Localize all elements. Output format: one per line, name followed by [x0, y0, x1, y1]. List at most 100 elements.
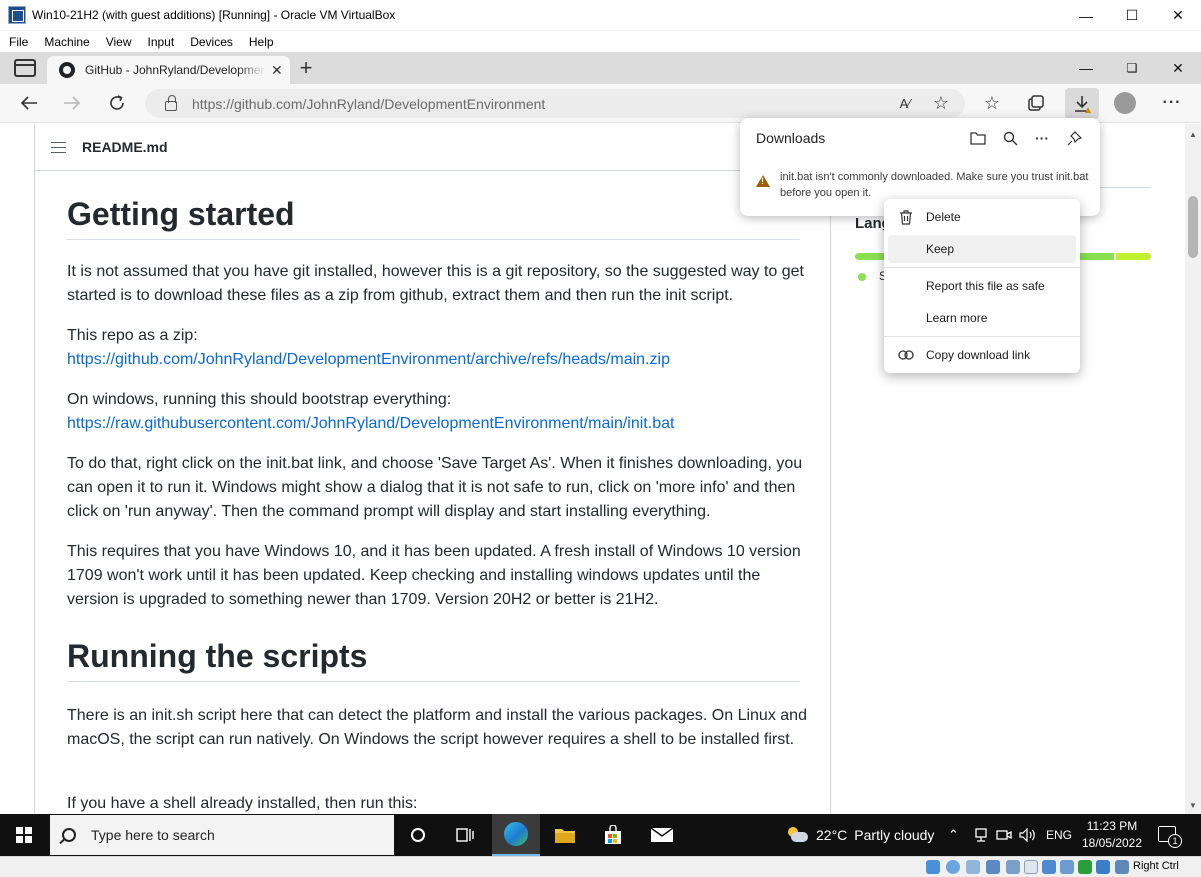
store-icon[interactable] — [589, 814, 637, 856]
scroll-thumb[interactable] — [1188, 196, 1198, 258]
search-placeholder: Type here to search — [91, 827, 215, 843]
close-button[interactable]: ✕ — [1155, 0, 1201, 31]
network-status-icon[interactable] — [986, 860, 1000, 874]
menu-view[interactable]: View — [97, 35, 139, 49]
paragraph-windows: On windows, running this should bootstra… — [67, 388, 807, 436]
forward-icon[interactable] — [56, 88, 88, 118]
downloads-more-icon[interactable]: ··· — [1031, 127, 1053, 149]
partly-cloudy-icon — [786, 827, 808, 843]
minimize-button[interactable]: — — [1063, 0, 1109, 31]
notification-count: 1 — [1168, 834, 1182, 848]
edge-taskbar-icon[interactable] — [492, 814, 540, 856]
hard-disk-status-icon[interactable] — [926, 860, 940, 874]
refresh-icon[interactable] — [101, 88, 133, 118]
recording-status-icon[interactable] — [1060, 860, 1074, 874]
language-bar-segment-2 — [1115, 253, 1151, 260]
search-downloads-icon[interactable] — [999, 127, 1021, 149]
mouse-integration-status-icon[interactable] — [1096, 860, 1110, 874]
usb-status-icon[interactable] — [1006, 860, 1020, 874]
report-safe-menu-item[interactable]: Report this file as safe — [888, 272, 1076, 300]
task-view-icon[interactable] — [441, 814, 489, 856]
input-language[interactable]: ENG — [1046, 814, 1072, 856]
tab-github[interactable]: GitHub - JohnRyland/DevelopmentEnvironme… — [47, 56, 290, 84]
taskbar-search[interactable]: Type here to search — [50, 815, 394, 855]
virtualization-status-icon[interactable] — [1078, 860, 1092, 874]
maximize-button[interactable]: ☐ — [1109, 0, 1155, 31]
zip-link[interactable]: https://github.com/JohnRyland/Developmen… — [67, 351, 670, 368]
url-text[interactable]: https://github.com/JohnRyland/Developmen… — [192, 96, 545, 112]
heading-running-scripts: Running the scripts — [67, 638, 800, 682]
copy-link-menu-item[interactable]: Copy download link — [888, 341, 1076, 369]
volume-icon[interactable] — [1019, 814, 1037, 856]
tab-close-icon[interactable]: ✕ — [271, 62, 283, 79]
more-options-icon[interactable]: ··· — [1156, 88, 1188, 118]
weather-widget[interactable]: 22°C Partly cloudy — [786, 814, 934, 856]
search-icon — [62, 828, 76, 842]
meet-now-icon[interactable] — [996, 814, 1012, 856]
keep-label: Keep — [926, 242, 955, 256]
menu-devices[interactable]: Devices — [181, 35, 240, 49]
vbox-title-bar: Win10-21H2 (with guest additions) [Runni… — [0, 0, 1201, 31]
page-scrollbar[interactable]: ▲ ▼ — [1185, 124, 1201, 814]
network-icon[interactable] — [974, 814, 988, 856]
menu-machine[interactable]: Machine — [35, 35, 96, 49]
clock-time: 11:23 PM — [1086, 819, 1138, 833]
download-context-menu: Delete Keep Report this file as safe Lea… — [884, 199, 1080, 373]
download-warning-text: init.bat isn't commonly downloaded. Make… — [780, 171, 1089, 199]
start-button[interactable] — [0, 814, 48, 856]
readme-filename: README.md — [82, 139, 168, 155]
file-explorer-icon[interactable] — [541, 814, 589, 856]
display-status-icon[interactable] — [1042, 860, 1056, 874]
show-hidden-icons-chevron-icon[interactable]: ⌃ — [948, 814, 959, 856]
scroll-down-icon[interactable]: ▼ — [1189, 801, 1197, 810]
optical-drive-status-icon[interactable] — [946, 860, 960, 874]
paragraph-shell: If you have a shell already installed, t… — [67, 795, 418, 812]
keyboard-status-icon[interactable] — [1115, 860, 1129, 874]
delete-label: Delete — [926, 210, 961, 224]
windows-logo-icon — [16, 827, 32, 843]
shared-folders-status-icon[interactable] — [1024, 860, 1038, 874]
notification-center-icon[interactable]: 1 — [1158, 826, 1182, 848]
menu-file[interactable]: File — [0, 35, 35, 49]
edge-close-button[interactable]: ✕ — [1155, 52, 1201, 84]
vbox-status-bar: Right Ctrl — [0, 856, 1201, 877]
edge-minimize-button[interactable]: — — [1063, 52, 1109, 84]
pin-icon[interactable] — [1063, 127, 1085, 149]
vbox-menubar: File Machine View Input Devices Help — [0, 31, 1201, 52]
scroll-up-icon[interactable]: ▲ — [1189, 130, 1197, 139]
add-favorite-icon[interactable]: ☆ — [925, 88, 957, 118]
outline-list-icon[interactable] — [51, 141, 66, 153]
init-bat-link[interactable]: https://raw.githubusercontent.com/JohnRy… — [67, 415, 674, 432]
downloads-title: Downloads — [756, 130, 826, 146]
audio-status-icon[interactable] — [966, 860, 980, 874]
warning-icon — [756, 175, 770, 187]
read-aloud-icon[interactable]: A⁄ — [889, 88, 921, 118]
taskbar-clock[interactable]: 11:23 PM 18/05/2022 — [1080, 818, 1144, 852]
keep-menu-item[interactable]: Keep — [888, 235, 1076, 263]
readme-card: README.md Getting started It is not assu… — [34, 124, 831, 814]
learn-more-menu-item[interactable]: Learn more — [888, 304, 1076, 332]
address-bar[interactable]: https://github.com/JohnRyland/Developmen… — [145, 89, 965, 118]
new-tab-button[interactable]: + — [294, 55, 318, 80]
profile-avatar[interactable] — [1109, 88, 1141, 118]
favorites-icon[interactable]: ☆ — [976, 88, 1008, 118]
weather-desc: Partly cloudy — [854, 827, 935, 843]
back-icon[interactable] — [13, 88, 45, 118]
downloads-button[interactable] — [1065, 88, 1099, 119]
link-icon — [898, 347, 914, 363]
cortana-icon[interactable] — [394, 814, 442, 856]
collections-icon[interactable] — [1020, 88, 1052, 118]
menu-help[interactable]: Help — [240, 35, 281, 49]
menu-input[interactable]: Input — [139, 35, 182, 49]
delete-menu-item[interactable]: Delete — [888, 203, 1076, 231]
mail-icon[interactable] — [638, 814, 686, 856]
tab-actions-icon[interactable] — [14, 59, 36, 77]
lock-icon[interactable] — [165, 94, 177, 111]
edge-restore-button[interactable]: ❏ — [1109, 52, 1155, 84]
github-favicon-icon — [59, 62, 75, 78]
vbox-window-title: Win10-21H2 (with guest additions) [Runni… — [32, 8, 396, 22]
clock-date: 18/05/2022 — [1081, 836, 1143, 850]
paragraph-zip: This repo as a zip: https://github.com/J… — [67, 324, 807, 372]
windows-taskbar: Type here to search 22°C Partly cloudy ⌃… — [0, 814, 1201, 856]
open-folder-icon[interactable] — [967, 127, 989, 149]
